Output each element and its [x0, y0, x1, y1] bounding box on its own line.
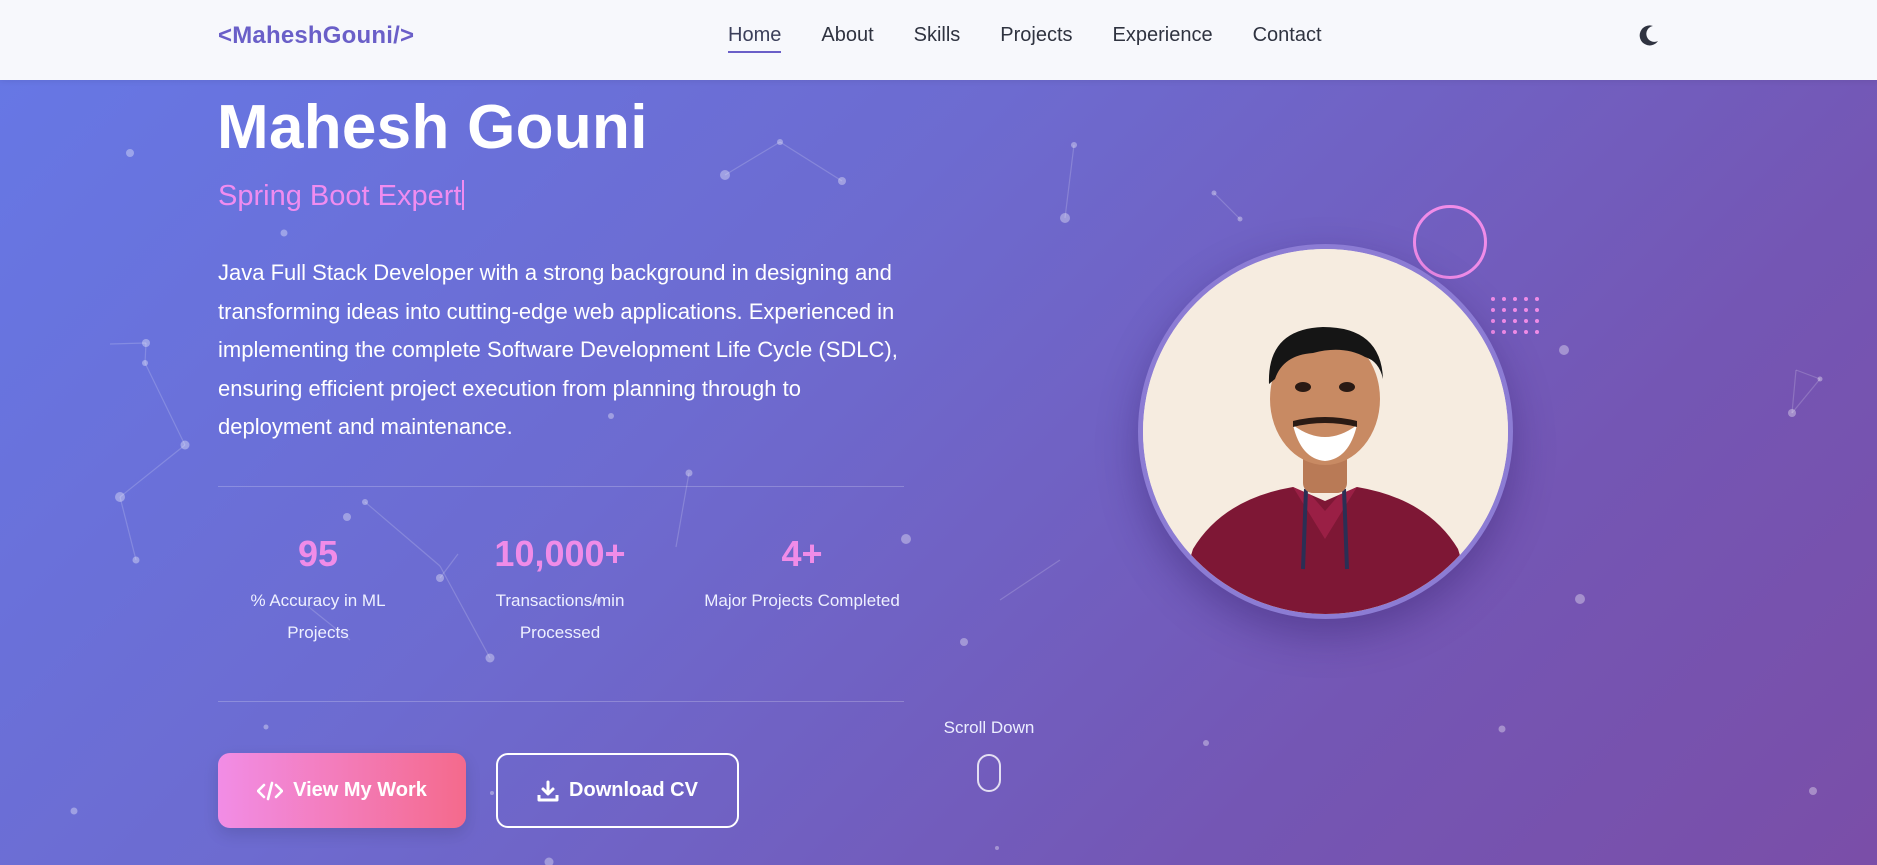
profile-photo-frame [1138, 244, 1513, 619]
nav-link-experience[interactable]: Experience [1113, 24, 1213, 53]
stat-label: % Accuracy in ML Projects [250, 591, 386, 642]
stat-transactions: 10,000+ Transactions/min Processed [460, 533, 660, 649]
nav-link-contact[interactable]: Contact [1253, 24, 1322, 53]
hero-name: Mahesh Gouni [217, 93, 648, 162]
stat-label: Major Projects Completed [704, 591, 900, 610]
decorative-dot-grid [1491, 297, 1546, 341]
nav-link-projects[interactable]: Projects [1000, 24, 1072, 53]
scroll-down-indicator[interactable]: Scroll Down [930, 718, 1048, 792]
stat-label: Transactions/min Processed [495, 591, 625, 642]
hero-bio: Java Full Stack Developer with a strong … [218, 260, 898, 439]
stat-value: 4+ [781, 533, 823, 574]
view-my-work-button[interactable]: View My Work [218, 753, 466, 828]
code-icon [257, 781, 284, 800]
download-cv-label: Download CV [569, 779, 698, 801]
hero-role: Spring Boot Expert [218, 180, 465, 213]
typing-caret [462, 180, 465, 210]
nav-menu: Home About Skills Projects Experience Co… [728, 24, 1362, 53]
site-logo[interactable]: <MaheshGouni/> [218, 22, 414, 50]
stat-value: 95 [297, 533, 339, 574]
stats-divider-bottom [218, 701, 904, 702]
typed-role-text: Spring Boot Expert [218, 180, 462, 212]
download-icon [537, 780, 559, 801]
hero-section: <MaheshGouni/> Home About Skills Project… [0, 0, 1877, 865]
moon-icon[interactable] [1636, 22, 1662, 48]
stats-divider-top [218, 486, 904, 487]
stat-projects: 4+ Major Projects Completed [697, 533, 907, 617]
navbar: <MaheshGouni/> Home About Skills Project… [0, 0, 1877, 80]
decorative-ring [1413, 205, 1487, 279]
nav-link-home[interactable]: Home [728, 24, 782, 53]
stat-value: 10,000+ [494, 533, 626, 574]
profile-photo [1143, 249, 1508, 614]
nav-link-skills[interactable]: Skills [914, 24, 961, 53]
download-cv-button[interactable]: Download CV [496, 753, 739, 828]
mouse-icon [977, 754, 1001, 792]
scroll-down-label: Scroll Down [943, 718, 1035, 737]
nav-link-about[interactable]: About [821, 24, 873, 53]
stat-accuracy: 95 % Accuracy in ML Projects [218, 533, 418, 649]
view-my-work-label: View My Work [293, 779, 427, 801]
